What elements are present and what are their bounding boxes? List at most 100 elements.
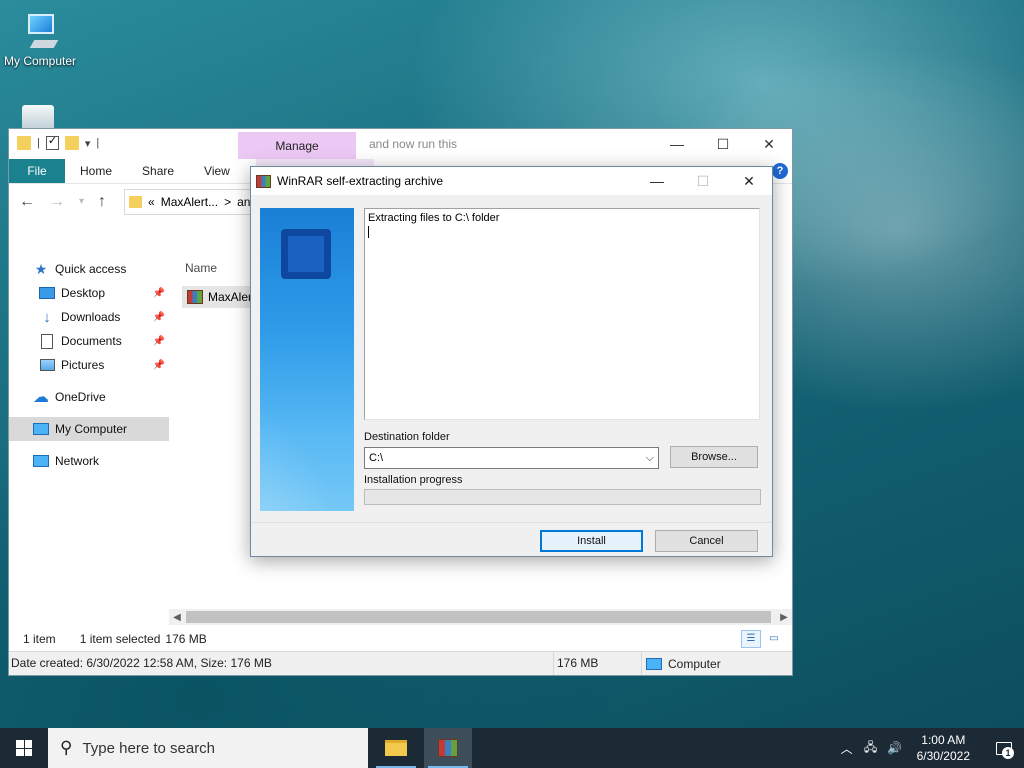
column-header-name[interactable]: Name (185, 261, 217, 275)
nav-downloads[interactable]: ↓ Downloads 📌 (9, 305, 169, 329)
dialog-close-button[interactable]: ✕ (726, 167, 772, 195)
scroll-right-icon[interactable]: ▶ (776, 612, 792, 623)
computer-icon (646, 657, 662, 670)
status-bar: 1 item 1 item selected 176 MB ☰ ▭ (9, 627, 792, 651)
item-count: 1 item (23, 632, 56, 646)
pictures-icon (39, 359, 55, 371)
recycle-bin-icon[interactable] (22, 105, 54, 129)
help-icon[interactable]: ? (772, 163, 788, 179)
nav-documents[interactable]: Documents 📌 (9, 329, 169, 353)
location-label: Computer (668, 656, 721, 671)
new-folder-icon[interactable] (64, 136, 79, 150)
breadcrumb-separator: > (224, 194, 232, 209)
folder-icon (385, 740, 407, 756)
pin-icon: 📌 (152, 311, 165, 323)
scrollbar-thumb[interactable] (186, 611, 771, 623)
navigation-pane: ★ Quick access Desktop 📌 ↓ Downloads 📌 D… (9, 257, 169, 473)
explorer-titlebar: | ▾ | Manage and now run this — ☐ ✕ (9, 129, 792, 159)
taskbar-winrar[interactable] (424, 728, 472, 768)
winrar-archive-icon (187, 290, 203, 304)
properties-icon[interactable] (45, 134, 59, 150)
selection-size: 176 MB (165, 632, 207, 646)
dialog-title: WinRAR self-extracting archive (277, 174, 444, 188)
pin-icon: 📌 (152, 359, 165, 371)
file-name: MaxAler (208, 290, 253, 304)
start-button[interactable] (0, 728, 48, 768)
address-bar[interactable]: « MaxAlert... > an (124, 188, 265, 215)
search-placeholder: Type here to search (82, 739, 216, 757)
action-center-button[interactable]: 1 (984, 728, 1024, 768)
maximize-button[interactable]: ☐ (700, 129, 746, 159)
qat-dropdown-icon[interactable]: ▾ (85, 137, 91, 150)
winrar-icon (256, 174, 271, 188)
install-button[interactable]: Install (540, 530, 643, 552)
file-size: 176 MB (554, 652, 642, 675)
tab-home[interactable]: Home (65, 159, 127, 183)
windows-logo-icon (16, 740, 32, 756)
log-text: Extracting files to C:\ folder (368, 212, 500, 224)
tab-view[interactable]: View (189, 159, 245, 183)
forward-arrow-icon[interactable]: → (49, 193, 65, 211)
clock-time: 1:00 AM (921, 733, 966, 747)
nav-network[interactable]: Network (9, 449, 169, 473)
search-icon: ⚲ (60, 738, 73, 757)
taskbar-search[interactable]: ⚲ Type here to search (48, 728, 368, 768)
breadcrumb[interactable]: MaxAlert... (161, 195, 218, 209)
text-caret (368, 226, 369, 238)
tab-share[interactable]: Share (127, 159, 189, 183)
minimize-button[interactable]: — (654, 129, 700, 159)
winrar-banner-image (260, 208, 354, 511)
recent-dropdown-icon[interactable]: ▾ (79, 196, 84, 207)
star-icon: ★ (34, 260, 48, 277)
selection-info: 1 item selected (79, 632, 161, 646)
manage-contextual-tab[interactable]: Manage (238, 132, 356, 159)
network-icon (33, 455, 49, 467)
extraction-log: Extracting files to C:\ folder (364, 208, 760, 420)
nav-pictures[interactable]: Pictures 📌 (9, 353, 169, 377)
taskbar: ⚲ Type here to search ︿ 🖧 🔊 1:00 AM 6/30… (0, 728, 1024, 768)
details-bar: Date created: 6/30/2022 12:58 AM, Size: … (9, 651, 792, 675)
nav-quick-access[interactable]: ★ Quick access (9, 257, 169, 281)
destination-value: C:\ (369, 452, 384, 464)
nav-my-computer[interactable]: My Computer (9, 417, 169, 441)
computer-icon (33, 423, 49, 435)
winrar-icon (438, 739, 458, 757)
horizontal-scrollbar[interactable]: ◀ ▶ (169, 609, 792, 625)
desktop-icon (39, 287, 55, 299)
chevron-down-icon[interactable]: ⌵ (646, 448, 654, 468)
cancel-button[interactable]: Cancel (655, 530, 758, 552)
folder-icon (129, 195, 143, 208)
destination-label: Destination folder (364, 431, 450, 443)
scroll-left-icon[interactable]: ◀ (169, 612, 185, 623)
clock[interactable]: 1:00 AM 6/30/2022 (917, 732, 970, 764)
volume-icon[interactable]: 🔊 (883, 741, 907, 755)
dialog-minimize-button[interactable]: — (634, 167, 680, 195)
computer-icon (22, 10, 59, 54)
logo-icon (281, 229, 331, 279)
browse-button[interactable]: Browse... (670, 446, 758, 468)
breadcrumb[interactable]: an (237, 195, 250, 209)
back-arrow-icon[interactable]: ← (19, 193, 35, 211)
large-icons-view-icon[interactable]: ▭ (764, 630, 784, 648)
tab-file[interactable]: File (9, 159, 65, 183)
taskbar-file-explorer[interactable] (372, 728, 420, 768)
progress-label: Installation progress (364, 474, 463, 486)
document-icon (41, 333, 53, 349)
destination-folder-select[interactable]: C:\ ⌵ (364, 447, 659, 469)
up-arrow-icon[interactable]: ↑ (98, 193, 106, 211)
pin-icon: 📌 (152, 287, 165, 299)
dialog-maximize-button: ☐ (696, 173, 710, 189)
file-details: Date created: 6/30/2022 12:58 AM, Size: … (9, 652, 554, 675)
chevron-up-icon[interactable]: ︿ (835, 740, 859, 757)
network-icon[interactable]: 🖧 (859, 738, 883, 759)
dialog-titlebar: WinRAR self-extracting archive — ☐ ✕ (251, 167, 772, 195)
nav-onedrive[interactable]: ☁ OneDrive (9, 385, 169, 409)
details-view-icon[interactable]: ☰ (741, 630, 761, 648)
window-title: and now run this (369, 137, 458, 151)
installation-progress-bar (364, 489, 761, 505)
desktop-icon-my-computer[interactable]: My Computer (0, 10, 80, 68)
clock-date: 6/30/2022 (916, 749, 970, 763)
address-overflow[interactable]: « (148, 195, 155, 209)
nav-desktop[interactable]: Desktop 📌 (9, 281, 169, 305)
close-button[interactable]: ✕ (746, 129, 792, 159)
